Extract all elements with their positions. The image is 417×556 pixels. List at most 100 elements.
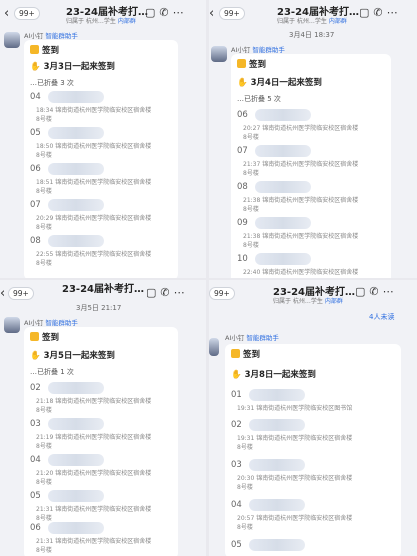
- back-arrow-icon[interactable]: ‹: [0, 286, 5, 301]
- list-item: 03 20:30 锦南街道杭州医学院临安校区宿舍楼 8号楼: [231, 459, 353, 491]
- unread-badge[interactable]: 99+: [8, 287, 34, 300]
- back-arrow-icon[interactable]: ‹: [209, 6, 214, 21]
- checkin-theme: ✋ 3月4日一起来签到: [237, 78, 322, 88]
- blurred-name: [249, 499, 305, 511]
- checkin-icon: [231, 349, 240, 358]
- checkin-icon: [30, 332, 39, 341]
- back-arrow-icon[interactable]: ‹: [4, 6, 9, 21]
- wave-hand-icon: ✋: [30, 351, 41, 361]
- blurred-name: [249, 459, 305, 471]
- list-item: 06 20:27 锦南街道杭州医学院临安校区宿舍楼 8号楼: [237, 109, 359, 141]
- call-icon[interactable]: ✆: [373, 6, 386, 19]
- chat-title: 23-24届补考打…: [62, 284, 144, 295]
- checkin-theme: ✋ 3月8日一起来签到: [231, 370, 316, 380]
- checkin-card[interactable]: 签到 ✋ 3月8日一起来签到 01 19:31 锦南街道杭州医学院临安校区图书馆 0…: [225, 344, 401, 556]
- blurred-name: [249, 389, 305, 401]
- list-item: 04 18:34 锦南街道杭州医学院临安校区宿舍楼 8号楼: [30, 91, 152, 123]
- blurred-name: [255, 253, 311, 265]
- list-item: 04 20:57 锦南街道杭州医学院临安校区宿舍楼 8号楼: [231, 499, 353, 531]
- list-item: 07 20:29 锦南街道杭州医学院临安校区宿舍楼 8号楼: [30, 199, 152, 231]
- list-item: 02 19:31 锦南街道杭州医学院临安校区宿舍楼 8号楼: [231, 419, 353, 451]
- list-item: 04 21:20 锦南街道杭州医学院临安校区宿舍楼 8号楼: [30, 454, 152, 486]
- header-actions: ▢✆⋯: [359, 6, 402, 19]
- checkin-theme: ✋ 3月3日一起来签到: [30, 62, 115, 72]
- list-item: 06 18:51 锦南街道杭州医学院临安校区宿舍楼 8号楼: [30, 163, 152, 195]
- checkin-theme: ✋ 3月5日一起来签到: [30, 351, 115, 361]
- header-actions: ▢✆⋯: [145, 6, 188, 19]
- header-actions: ▢✆⋯: [146, 286, 189, 299]
- blurred-name: [255, 109, 311, 121]
- avatar[interactable]: [4, 317, 20, 333]
- blurred-name: [48, 418, 104, 430]
- checkin-icon: [30, 45, 39, 54]
- avatar[interactable]: [209, 338, 219, 356]
- folded-note[interactable]: …已折叠 3 次: [30, 78, 74, 88]
- chat-header: 99+ 23-24届补考打… 归属于 杭州…学生 内部群 ▢✆⋯: [209, 280, 417, 310]
- blurred-name: [48, 382, 104, 394]
- blurred-name: [48, 235, 104, 247]
- call-icon[interactable]: ✆: [369, 285, 382, 298]
- more-icon[interactable]: ⋯: [387, 6, 402, 19]
- checkin-card[interactable]: 签到 ✋ 3月5日一起来签到 …已折叠 1 次 02 21:18 锦南街道杭州医学院…: [24, 327, 178, 556]
- bag-icon[interactable]: ▢: [146, 286, 160, 299]
- more-icon[interactable]: ⋯: [383, 285, 398, 298]
- avatar[interactable]: [4, 32, 20, 48]
- chat-panel-1: ‹ 99+ 23-24届补考打… 归属于 杭州…学生 内部群 ▢✆⋯ AI小钉智…: [0, 0, 206, 278]
- blurred-name: [48, 522, 104, 534]
- screenshot-collage: ‹ 99+ 23-24届补考打… 归属于 杭州…学生 内部群 ▢✆⋯ AI小钉智…: [0, 0, 417, 556]
- list-item: 08 22:55 锦南街道杭州医学院临安校区宿舍楼 8号楼: [30, 235, 152, 267]
- header-actions: ▢✆⋯: [355, 285, 398, 298]
- list-item: 05: [231, 539, 397, 556]
- chat-subtitle: 归属于 杭州…学生 内部群: [66, 18, 136, 25]
- blurred-name: [255, 145, 311, 157]
- chat-header: ‹ 99+ 23-24届补考打… 归属于 杭州…学生 内部群 ▢✆⋯: [209, 0, 417, 30]
- read-receipt[interactable]: 4人未读: [369, 312, 394, 322]
- unread-badge[interactable]: 99+: [209, 287, 235, 300]
- sender-name: AI小钉 智能群助手: [225, 334, 279, 342]
- blurred-name: [48, 199, 104, 211]
- sender-name: AI小钉 智能群助手: [24, 319, 78, 327]
- bag-icon[interactable]: ▢: [359, 6, 373, 19]
- blurred-name: [48, 127, 104, 139]
- bag-icon[interactable]: ▢: [145, 6, 159, 19]
- avatar[interactable]: [211, 46, 227, 62]
- folded-note[interactable]: …已折叠 1 次: [30, 367, 74, 377]
- list-item: 02 21:18 锦南街道杭州医学院临安校区宿舍楼 8号楼: [30, 382, 152, 414]
- card-title: 签到: [30, 44, 59, 56]
- folded-note[interactable]: …已折叠 5 次: [237, 94, 281, 104]
- date-separator: 3月4日 18:37: [289, 31, 335, 39]
- sender-name: AI小钉 智能群助手: [24, 32, 78, 40]
- more-icon[interactable]: ⋯: [174, 286, 189, 299]
- call-icon[interactable]: ✆: [160, 286, 173, 299]
- bag-icon[interactable]: ▢: [355, 285, 369, 298]
- card-title: 签到: [231, 348, 260, 360]
- blurred-name: [48, 454, 104, 466]
- more-icon[interactable]: ⋯: [173, 6, 188, 19]
- chat-header: ‹ 99+ 23-24届补考打… 归属于 杭州…学生 内部群 ▢✆⋯: [0, 0, 206, 30]
- checkin-card[interactable]: 签到 ✋ 3月4日一起来签到 …已折叠 5 次 06 20:27 锦南街道杭州医学院…: [231, 54, 391, 278]
- unread-badge[interactable]: 99+: [14, 7, 40, 20]
- list-item: 07 21:37 锦南街道杭州医学院临安校区宿舍楼 8号楼: [237, 145, 359, 177]
- sender-name: AI小钉 智能群助手: [231, 46, 285, 54]
- list-item: 05 18:50 锦南街道杭州医学院临安校区宿舍楼 8号楼: [30, 127, 152, 159]
- wave-hand-icon: ✋: [231, 370, 242, 380]
- blurred-name: [48, 91, 104, 103]
- wave-hand-icon: ✋: [30, 62, 41, 72]
- list-item: 08 21:38 锦南街道杭州医学院临安校区宿舍楼 8号楼: [237, 181, 359, 213]
- chat-subtitle: 归属于 杭州…学生 内部群: [277, 18, 347, 25]
- card-title: 签到: [30, 331, 59, 343]
- call-icon[interactable]: ✆: [159, 6, 172, 19]
- blurred-name: [255, 217, 311, 229]
- list-item: 09 21:38 锦南街道杭州医学院临安校区宿舍楼 8号楼: [237, 217, 359, 249]
- checkin-icon: [237, 59, 246, 68]
- checkin-card[interactable]: 签到 ✋ 3月3日一起来签到 …已折叠 3 次 04 18:34 锦南街道杭州医学院…: [24, 40, 178, 278]
- chat-panel-3: ‹ 99+ 23-24届补考打… ▢✆⋯ 3月5日 21:17 AI小钉 智能群助…: [0, 280, 206, 556]
- date-separator: 3月5日 21:17: [76, 304, 122, 312]
- unread-badge[interactable]: 99+: [219, 7, 245, 20]
- blurred-name: [249, 539, 305, 551]
- card-title: 签到: [237, 58, 266, 70]
- list-item: 06 21:31 锦南街道杭州医学院临安校区宿舍楼 8号楼: [30, 522, 152, 554]
- blurred-name: [48, 163, 104, 175]
- blurred-name: [48, 490, 104, 502]
- chat-subtitle: 归属于 杭州…学生 内部群: [273, 298, 343, 305]
